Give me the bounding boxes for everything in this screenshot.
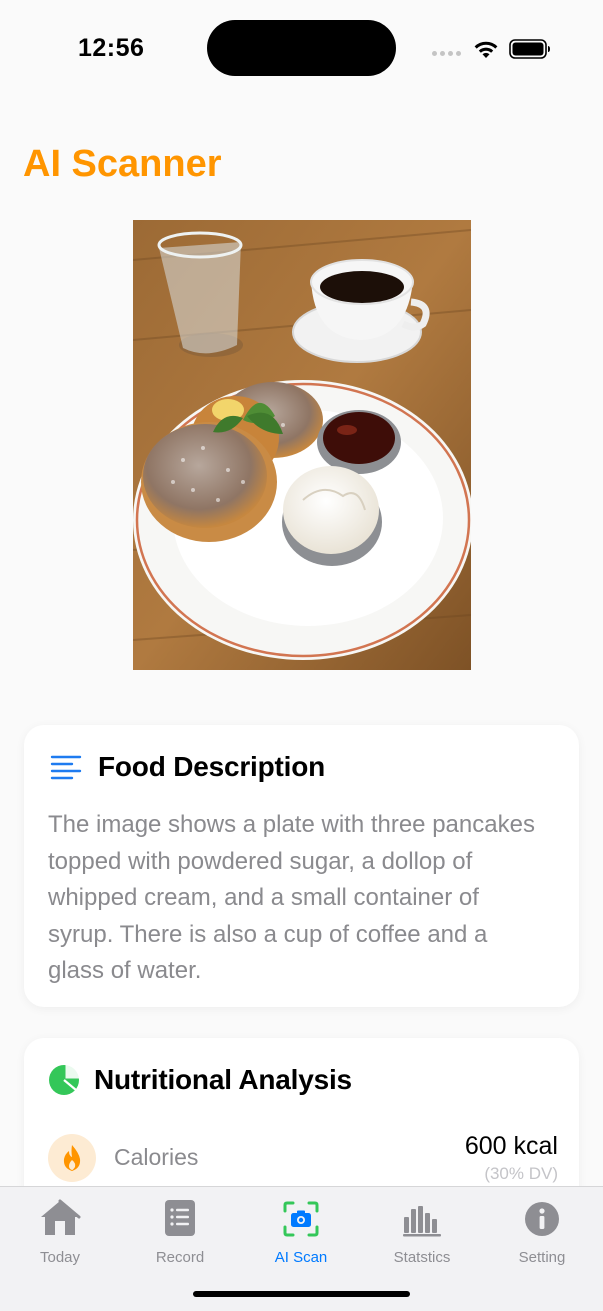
info-icon	[525, 1202, 559, 1236]
wifi-icon	[474, 41, 498, 58]
nutrition-daily-value: (30% DV)	[484, 1164, 558, 1183]
camera-viewfinder-icon	[283, 1201, 319, 1237]
cellular-signal-icon	[432, 51, 461, 56]
tab-ai-scan[interactable]: AI Scan	[241, 1197, 361, 1266]
house-icon	[41, 1199, 81, 1235]
dynamic-island	[207, 20, 396, 76]
tab-label: Record	[155, 1249, 205, 1266]
nutritional-analysis-header: Nutritional Analysis	[48, 1064, 352, 1096]
bar-chart-icon	[403, 1206, 441, 1237]
tab-label: Statstics	[393, 1249, 451, 1266]
tab-record[interactable]: Record	[120, 1197, 240, 1266]
list-icon	[165, 1200, 195, 1236]
pie-chart-icon	[49, 1064, 80, 1095]
flame-icon	[63, 1145, 81, 1171]
scanned-food-photo[interactable]	[133, 220, 471, 670]
status-time: 12:56	[78, 34, 145, 62]
text-align-left-icon	[50, 755, 82, 780]
food-description-header: Food Description	[50, 751, 325, 783]
nutrition-label: Calories	[114, 1144, 199, 1170]
nutrition-row-calories: Calories 600 kcal (30% DV)	[48, 1132, 558, 1194]
tab-today[interactable]: Today	[0, 1197, 120, 1266]
battery-icon	[509, 39, 550, 59]
nutritional-analysis-title: Nutritional Analysis	[94, 1064, 352, 1095]
home-indicator[interactable]	[193, 1291, 410, 1297]
tab-label: Today	[39, 1249, 81, 1266]
tab-setting[interactable]: Setting	[482, 1197, 602, 1266]
food-description-title: Food Description	[98, 751, 326, 782]
food-description-card: Food Description The image shows a plate…	[24, 725, 579, 1007]
page-title: AI Scanner	[23, 143, 222, 185]
flame-icon-badge	[48, 1134, 96, 1182]
status-bar: 12:56	[0, 0, 603, 96]
tab-label: AI Scan	[274, 1249, 328, 1266]
food-description-text: The image shows a plate with three panca…	[48, 811, 535, 984]
tab-statistics[interactable]: Statstics	[362, 1197, 482, 1266]
ai-scanner-screen: 12:56 AI Scanner Food Description The im…	[0, 0, 603, 1311]
tab-label: Setting	[518, 1249, 566, 1266]
nutrition-value: 600 kcal	[464, 1132, 558, 1160]
